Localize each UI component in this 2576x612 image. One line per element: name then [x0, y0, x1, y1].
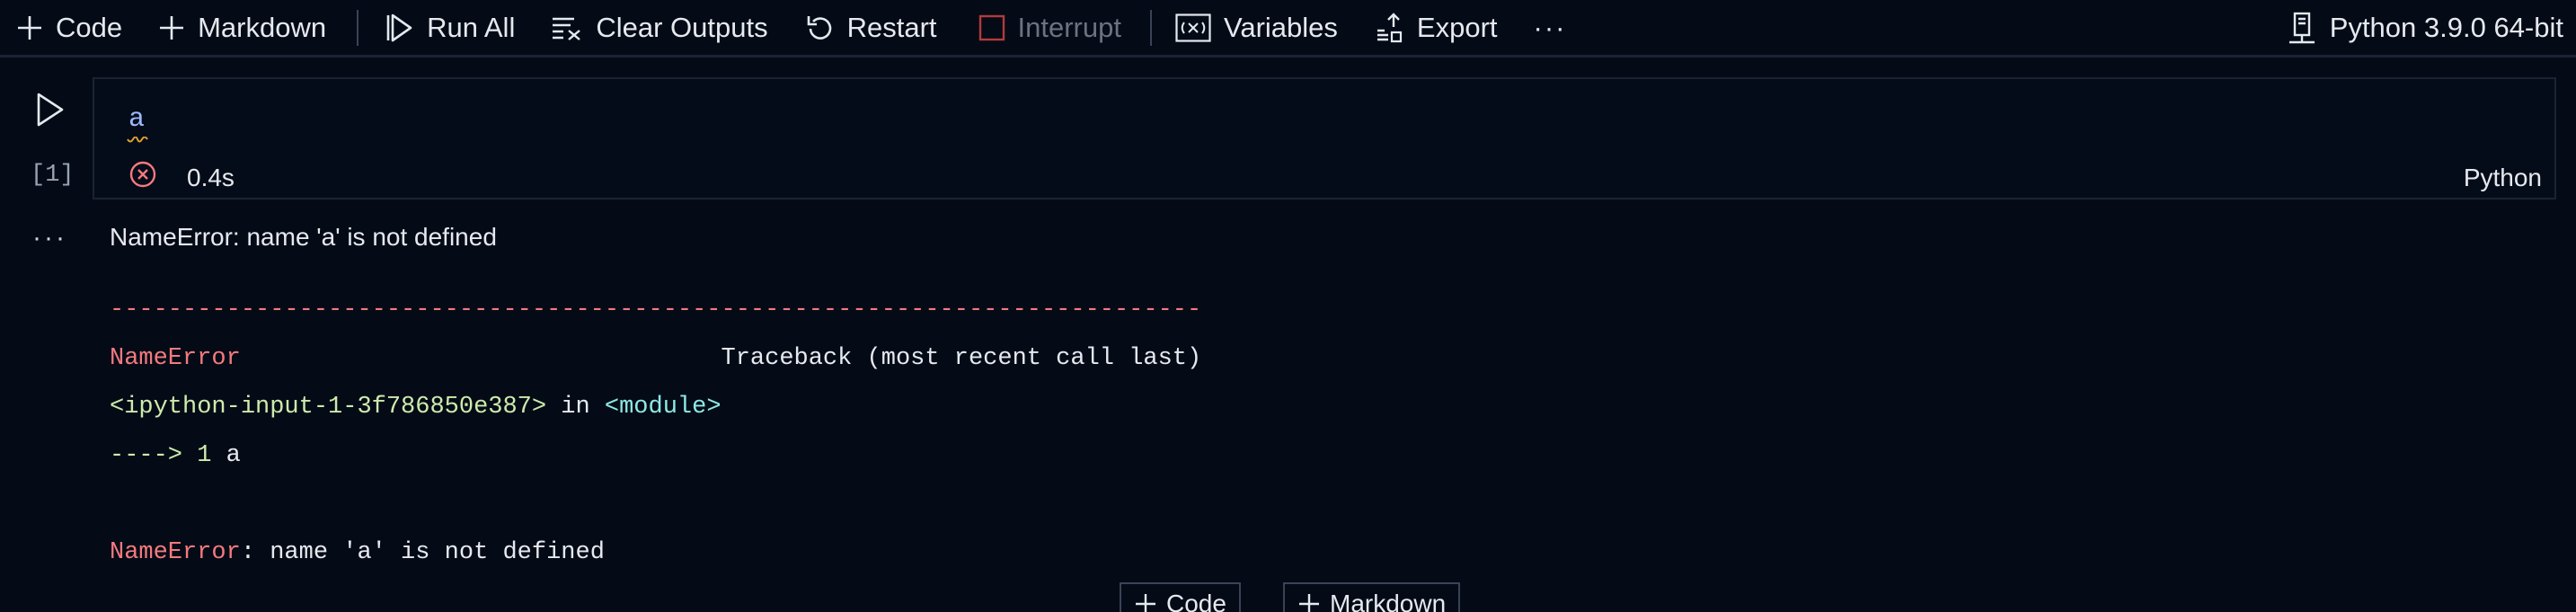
plus-icon	[1297, 592, 1321, 612]
notebook-toolbar: Code Markdown Run All Clear Outputs Rest…	[0, 0, 2576, 58]
traceback-arrow-code: a	[211, 442, 241, 469]
restart-label: Restart	[846, 11, 937, 43]
more-icon: ···	[1533, 11, 1567, 43]
interrupt-label: Interrupt	[1017, 11, 1121, 43]
play-icon	[37, 93, 64, 127]
run-all-button[interactable]: Run All	[384, 0, 515, 57]
error-status-icon	[128, 160, 157, 193]
output-actions-button[interactable]: ···	[32, 223, 67, 253]
clear-outputs-label: Clear Outputs	[596, 11, 768, 43]
add-markdown-cell-button[interactable]: Markdown	[158, 0, 326, 57]
traceback-arrow: ----> 1	[110, 442, 212, 469]
traceback-error-name: NameError	[110, 345, 241, 372]
kernel-picker[interactable]: Python 3.9.0 64-bit	[2287, 0, 2563, 57]
insert-markdown-cell-button[interactable]: Markdown	[1283, 582, 1461, 612]
traceback-header: Traceback (most recent call last)	[721, 345, 1202, 372]
traceback-spacer	[241, 345, 721, 372]
code-source[interactable]: a	[128, 104, 145, 135]
error-traceback: ----------------------------------------…	[110, 286, 1201, 577]
notebook-editor: Code Markdown Run All Clear Outputs Rest…	[0, 0, 2576, 612]
kernel-label: Python 3.9.0 64-bit	[2329, 11, 2563, 43]
execution-count: [1]	[31, 162, 75, 189]
traceback-module-ref: <module>	[604, 394, 721, 421]
execution-duration: 0.4s	[187, 164, 235, 191]
insert-code-cell-button[interactable]: Code	[1120, 582, 1241, 612]
stop-icon	[978, 14, 1005, 41]
add-code-cell-button[interactable]: Code	[16, 0, 122, 57]
variables-label: Variables	[1223, 11, 1338, 43]
traceback-in: in	[546, 394, 605, 421]
export-icon	[1376, 12, 1404, 43]
toolbar-divider	[1149, 9, 1152, 46]
export-label: Export	[1416, 11, 1498, 43]
output-error-summary: NameError: name 'a' is not defined	[110, 223, 497, 251]
clear-outputs-button[interactable]: Clear Outputs	[551, 0, 768, 57]
restart-icon	[806, 13, 835, 42]
kernel-server-icon	[2287, 12, 2317, 44]
cell-language-picker[interactable]: Python	[2464, 164, 2542, 192]
toolbar-divider	[357, 9, 359, 46]
add-markdown-label: Markdown	[198, 11, 327, 43]
export-button[interactable]: Export	[1376, 0, 1498, 57]
traceback-final-error-message: : name 'a' is not defined	[240, 539, 605, 566]
traceback-separator: ----------------------------------------…	[110, 297, 1202, 324]
more-actions-button[interactable]: ···	[1534, 0, 1567, 57]
traceback-input-ref: <ipython-input-1-3f786850e387>	[110, 394, 547, 421]
warning-squiggle	[127, 137, 148, 143]
clear-all-icon	[551, 14, 583, 41]
variables-button[interactable]: Variables	[1175, 0, 1338, 57]
run-cell-button[interactable]	[34, 92, 66, 128]
plus-icon	[158, 14, 185, 41]
run-all-icon	[384, 13, 414, 43]
traceback-final-error-name: NameError	[110, 539, 241, 566]
interrupt-kernel-button[interactable]: Interrupt	[978, 0, 1121, 57]
insert-code-label: Code	[1166, 590, 1226, 612]
add-code-label: Code	[56, 11, 123, 43]
plus-icon	[16, 14, 43, 41]
plus-icon	[1134, 592, 1157, 612]
variables-icon	[1175, 13, 1211, 42]
insert-markdown-label: Markdown	[1330, 590, 1447, 612]
code-cell-editor[interactable]: a 0.4s Python	[93, 77, 2556, 200]
run-all-label: Run All	[427, 11, 516, 43]
restart-kernel-button[interactable]: Restart	[806, 0, 937, 57]
